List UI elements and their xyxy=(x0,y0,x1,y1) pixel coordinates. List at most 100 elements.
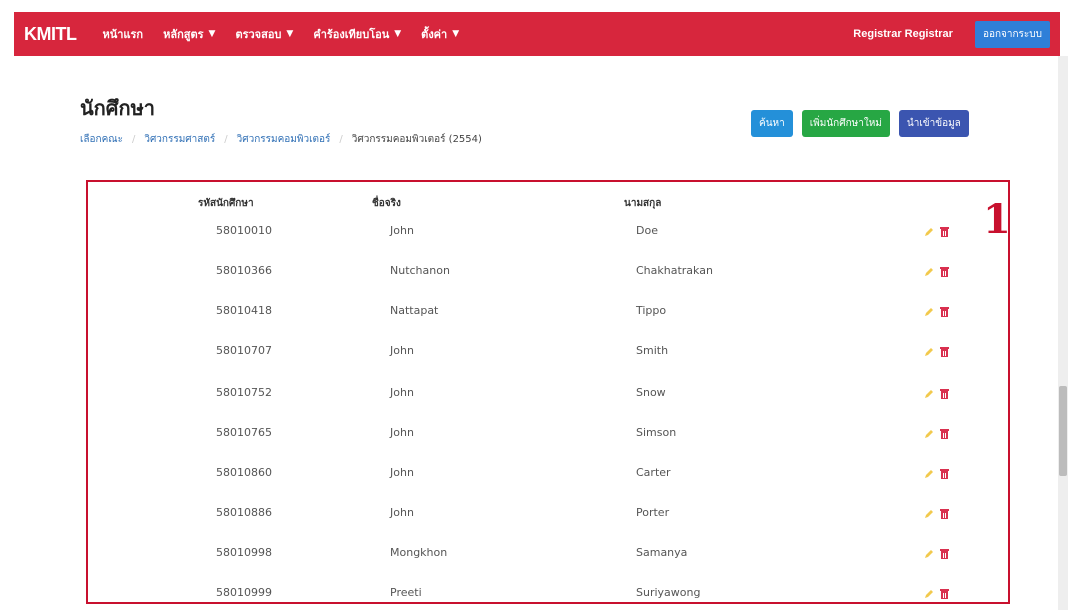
first-name-cell: Mongkhon xyxy=(390,546,448,559)
nav-item-check[interactable]: ตรวจสอบ ▼ xyxy=(235,25,293,43)
pencil-icon[interactable] xyxy=(924,389,934,399)
column-header-student-id: รหัสนักศึกษา xyxy=(198,198,254,209)
nav-item-label: ตรวจสอบ xyxy=(235,28,282,41)
brand-logo[interactable]: KMITL xyxy=(24,24,77,45)
nav-item-curriculum[interactable]: หลักสูตร ▼ xyxy=(163,25,215,43)
breadcrumb-curriculum: วิศวกรรมคอมพิวเตอร์ (2554) xyxy=(351,134,482,145)
trash-icon[interactable] xyxy=(940,388,949,399)
student-id-cell: 58010418 xyxy=(216,304,272,317)
last-name-cell: Doe xyxy=(636,224,658,237)
student-id-cell: 58010886 xyxy=(216,506,272,519)
chevron-down-icon: ▼ xyxy=(394,29,402,39)
first-name-cell: John xyxy=(390,426,414,439)
page-title: นักศึกษา xyxy=(80,96,155,120)
search-button[interactable]: ค้นหา xyxy=(751,110,793,137)
table-row: 58010707 John Smith xyxy=(88,344,1008,384)
trash-icon[interactable] xyxy=(940,226,949,237)
user-name[interactable]: Registrar Registrar xyxy=(853,28,953,40)
pencil-icon[interactable] xyxy=(924,429,934,439)
trash-icon[interactable] xyxy=(940,588,949,599)
breadcrumb-faculty[interactable]: เลือกคณะ xyxy=(80,132,123,147)
first-name-cell: John xyxy=(390,344,414,357)
breadcrumb-computer-engineering[interactable]: วิศวกรรมคอมพิวเตอร์ xyxy=(237,132,331,147)
row-actions xyxy=(924,508,949,519)
nav-item-label: หลักสูตร xyxy=(163,28,204,41)
pencil-icon[interactable] xyxy=(924,589,934,599)
chevron-down-icon: ▼ xyxy=(286,29,294,39)
scrollbar-thumb[interactable] xyxy=(1059,386,1067,476)
row-actions xyxy=(924,226,949,237)
breadcrumb-separator: / xyxy=(339,134,343,145)
first-name-cell: John xyxy=(390,466,414,479)
logout-button[interactable]: ออกจากระบบ xyxy=(974,20,1050,48)
last-name-cell: Porter xyxy=(636,506,670,519)
last-name-cell: Smith xyxy=(636,344,669,357)
pencil-icon[interactable] xyxy=(924,267,934,277)
nav-item-label: ตั้งค่า xyxy=(421,28,448,41)
row-actions xyxy=(924,468,949,479)
main-menu: หน้าแรก หลักสูตร ▼ ตรวจสอบ ▼ คำร้องเทียบโอ… xyxy=(102,25,459,43)
chevron-down-icon: ▼ xyxy=(208,29,216,39)
table-row: 58010999 Preeti Suriyawong xyxy=(88,586,1008,602)
pencil-icon[interactable] xyxy=(924,307,934,317)
breadcrumb-engineering[interactable]: วิศวกรรมศาสตร์ xyxy=(144,132,215,147)
table-row: 58010366 Nutchanon Chakhatrakan xyxy=(88,264,1008,304)
pencil-icon[interactable] xyxy=(924,509,934,519)
breadcrumb-separator: / xyxy=(224,134,228,145)
pencil-icon[interactable] xyxy=(924,549,934,559)
nav-item-transfer-request[interactable]: คำร้องเทียบโอน ▼ xyxy=(313,25,401,43)
last-name-cell: Carter xyxy=(636,466,671,479)
last-name-cell: Chakhatrakan xyxy=(636,264,713,277)
trash-icon[interactable] xyxy=(940,468,949,479)
table-row: 58010010 John Doe xyxy=(88,224,1008,264)
row-actions xyxy=(924,588,949,599)
trash-icon[interactable] xyxy=(940,306,949,317)
pencil-icon[interactable] xyxy=(924,227,934,237)
page-scrollbar[interactable] xyxy=(1058,56,1068,610)
row-actions xyxy=(924,548,949,559)
first-name-cell: John xyxy=(390,224,414,237)
first-name-cell: Nutchanon xyxy=(390,264,450,277)
table-row: 58010998 Mongkhon Samanya xyxy=(88,546,1008,586)
student-id-cell: 58010010 xyxy=(216,224,272,237)
nav-item-home[interactable]: หน้าแรก xyxy=(102,25,143,43)
trash-icon[interactable] xyxy=(940,428,949,439)
row-actions xyxy=(924,266,949,277)
breadcrumb-separator: / xyxy=(131,134,136,145)
trash-icon[interactable] xyxy=(940,346,949,357)
table-row: 58010752 John Snow xyxy=(88,386,1008,426)
pencil-icon[interactable] xyxy=(924,469,934,479)
nav-right: Registrar Registrar ออกจากระบบ xyxy=(853,20,1050,48)
pencil-icon[interactable] xyxy=(924,347,934,357)
table-row: 58010860 John Carter xyxy=(88,466,1008,506)
student-id-cell: 58010860 xyxy=(216,466,272,479)
trash-icon[interactable] xyxy=(940,508,949,519)
nav-item-label: คำร้องเทียบโอน xyxy=(313,28,390,41)
table-row: 58010418 Nattapat Tippo xyxy=(88,304,1008,344)
chevron-down-icon: ▼ xyxy=(452,29,460,39)
student-table: รหัสนักศึกษา ชื่อจริง นามสกุล 58010010 Jo… xyxy=(86,180,1010,604)
import-data-button[interactable]: นำเข้าข้อมูล xyxy=(898,110,969,137)
top-navbar: KMITL หน้าแรก หลักสูตร ▼ ตรวจสอบ ▼ คำร้องเ… xyxy=(14,12,1060,56)
last-name-cell: Snow xyxy=(636,386,666,399)
row-actions xyxy=(924,306,949,317)
first-name-cell: Preeti xyxy=(390,586,422,599)
student-id-cell: 58010999 xyxy=(216,586,272,599)
row-actions xyxy=(924,428,949,439)
student-id-cell: 58010765 xyxy=(216,426,272,439)
trash-icon[interactable] xyxy=(940,266,949,277)
nav-item-label: หน้าแรก xyxy=(102,28,144,41)
student-id-cell: 58010998 xyxy=(216,546,272,559)
student-id-cell: 58010752 xyxy=(216,386,272,399)
first-name-cell: John xyxy=(390,386,414,399)
page-actions: ค้นหา เพิ่มนักศึกษาใหม่ นำเข้าข้อมูล xyxy=(751,110,969,137)
row-actions xyxy=(924,346,949,357)
add-student-button[interactable]: เพิ่มนักศึกษาใหม่ xyxy=(801,110,890,137)
student-id-cell: 58010707 xyxy=(216,344,272,357)
nav-item-settings[interactable]: ตั้งค่า ▼ xyxy=(421,25,459,43)
last-name-cell: Tippo xyxy=(636,304,667,317)
column-header-first-name: ชื่อจริง xyxy=(372,198,401,209)
annotation-marker: 1 xyxy=(983,196,1011,243)
trash-icon[interactable] xyxy=(940,548,949,559)
last-name-cell: Suriyawong xyxy=(636,586,701,599)
